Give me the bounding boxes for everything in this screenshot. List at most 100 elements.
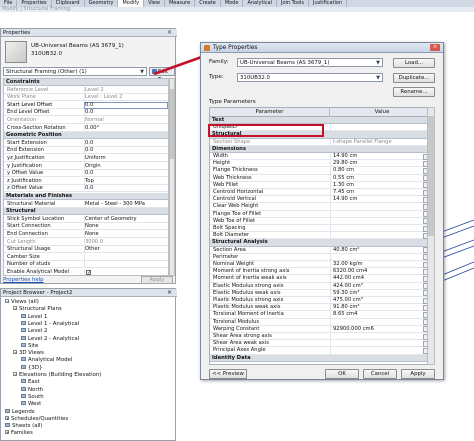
property-row[interactable]: y Offset Value 0.0 [4, 170, 168, 178]
parameter-row[interactable]: Moment of Inertia weak axis 442.00 cm4 [210, 275, 434, 283]
ok-button[interactable]: OK [325, 369, 359, 379]
ribbon-tab[interactable]: Modify [118, 0, 145, 7]
ribbon-tab[interactable]: Create [195, 0, 221, 7]
parameter-row[interactable]: Web Toe of Fillet [210, 217, 434, 225]
ribbon-tab[interactable]: Mode [221, 0, 244, 7]
property-row[interactable]: End Connection None [4, 231, 168, 238]
property-row[interactable]: yz Justification Uniform [4, 155, 168, 162]
property-value-cell[interactable] [84, 269, 168, 275]
property-row[interactable]: z Justification Top [4, 177, 168, 185]
browser-tree-item[interactable]: Analytical Model [21, 357, 72, 364]
tree-expander-icon[interactable]: − [13, 350, 17, 355]
ribbon-tab[interactable]: Geometry [85, 0, 119, 7]
property-row[interactable]: Orientation Normal [4, 117, 168, 124]
browser-tree-item[interactable]: East [21, 379, 40, 386]
parameter-row[interactable]: Elastic Modulus strong axis 424.00 cm³ [210, 282, 434, 290]
preview-button[interactable]: << Preview [209, 369, 247, 379]
ribbon-tab[interactable]: Join Tools [277, 0, 309, 7]
browser-tree-item[interactable]: − Structural Plans [13, 306, 62, 313]
property-group-header[interactable]: Structural [4, 208, 168, 216]
property-row[interactable]: Structural Usage Other [4, 246, 168, 254]
property-row[interactable]: y Justification Origin [4, 162, 168, 170]
property-value-cell[interactable] [84, 139, 168, 147]
parameter-row[interactable]: Flange Thickness 0.80 cm [210, 167, 434, 175]
tree-expander-icon[interactable]: − [13, 306, 17, 311]
project-browser-close-icon[interactable]: × [167, 289, 172, 297]
browser-tree-item[interactable]: Legends [5, 408, 35, 416]
tree-expander-icon[interactable]: + [5, 430, 9, 435]
property-value-cell[interactable] [84, 101, 168, 109]
parameter-row[interactable]: Flange Toe of Fillet [210, 210, 434, 218]
browser-tree-item[interactable]: Level 2 - Analytical [21, 335, 79, 343]
property-value-cell[interactable] [84, 261, 168, 269]
ribbon-tab[interactable]: View [144, 0, 165, 7]
browser-tree-item[interactable]: West [21, 401, 41, 408]
parameter-row[interactable]: Torsional Moment of Inertia 8.65 cm4 [210, 311, 434, 319]
property-value-cell[interactable] [84, 109, 168, 117]
property-value-cell[interactable] [84, 177, 168, 185]
parameter-row[interactable]: Plastic Modulus weak axis 91.80 cm³ [210, 304, 434, 312]
type-parameters-scrollbar[interactable] [427, 107, 435, 365]
property-value-cell[interactable] [84, 185, 168, 193]
property-row[interactable]: End Extension 0.0 [4, 147, 168, 155]
browser-tree-item[interactable]: Level 2 [21, 328, 47, 335]
dialog-apply-button[interactable]: Apply [401, 369, 435, 379]
instance-selector-dropdown[interactable]: Structural Framing (Other) (1) ▼ [3, 67, 147, 76]
parameter-row[interactable]: Web Thickness 0.55 cm [210, 174, 434, 182]
browser-tree-item[interactable]: − Views (all) [5, 299, 39, 306]
property-row[interactable]: End Level Offset 0.0 [4, 109, 168, 117]
browser-tree-item[interactable]: South [21, 393, 44, 401]
property-row[interactable]: Stick Symbol Location Center of Geometry [4, 215, 168, 223]
parameter-group-header[interactable]: Dimensions [210, 145, 434, 153]
parameter-row[interactable]: Moment of Inertia strong axis 6320.00 cm4 [210, 268, 434, 276]
property-row[interactable]: Start Extension 0.0 [4, 139, 168, 147]
duplicate-button[interactable]: Duplicate... [393, 73, 435, 83]
properties-close-icon[interactable]: × [167, 29, 172, 37]
checkbox-icon[interactable]: ✓ [86, 270, 91, 275]
browser-tree-item[interactable]: − Elevations (Building Elevation) [13, 372, 101, 379]
property-row[interactable]: Number of studs [4, 261, 168, 269]
property-row[interactable]: Reference Level Level 2 [4, 86, 168, 94]
parameter-row[interactable]: Clear Web Height [210, 203, 434, 211]
properties-apply-button[interactable]: Apply [141, 276, 173, 284]
parameter-group-header[interactable]: Identity Data [210, 354, 434, 362]
parameter-row[interactable]: Warping Constant 92900.000 cm6 [210, 325, 434, 333]
tree-expander-icon[interactable]: + [5, 415, 9, 420]
dialog-close-icon[interactable]: × [430, 44, 440, 51]
ribbon-tab[interactable]: Justification [309, 0, 348, 7]
browser-tree-item[interactable]: {3D} [21, 364, 42, 372]
parameter-row[interactable]: Width 14.90 cm [210, 153, 434, 161]
parameter-row[interactable]: Bolt Diameter [210, 232, 434, 240]
property-row[interactable]: Enable Analytical Model ✓ [4, 269, 168, 275]
property-row[interactable]: z Offset Value 0.0 [4, 185, 168, 193]
property-value-cell[interactable] [84, 147, 168, 155]
browser-tree-item[interactable]: Level 1 - Analytical [21, 320, 79, 328]
ribbon-tab[interactable]: Measure [165, 0, 196, 7]
parameter-row[interactable]: Section Area 40.80 cm² [210, 246, 434, 254]
parameter-row[interactable]: Height 29.80 cm [210, 160, 434, 168]
type-dropdown[interactable]: 310UB32.0 ▼ [237, 73, 383, 82]
property-row[interactable]: Structural Material Metal - Steel - 300 M… [4, 200, 168, 208]
parameter-row[interactable]: Torsional Modulus [210, 318, 434, 326]
property-row[interactable]: Start Connection None [4, 223, 168, 231]
browser-tree-item[interactable]: −3D Views [13, 350, 44, 357]
property-group-header[interactable]: Materials and Finishes [4, 193, 168, 200]
property-group-header[interactable]: Constraints [4, 79, 168, 86]
parameter-row[interactable]: Perimeter [210, 253, 434, 261]
type-parameters-scroll-thumb[interactable] [428, 116, 434, 236]
property-row[interactable]: Cross-Section Rotation 0.00° [4, 124, 168, 132]
properties-help-link[interactable]: Properties help [3, 277, 44, 283]
property-group-header[interactable]: Geometric Position [4, 132, 168, 140]
family-dropdown[interactable]: UB-Universal Beams (AS 3679_1) ▼ [237, 58, 383, 67]
parameter-row[interactable]: Centroid Vertical 14.90 cm [210, 196, 434, 204]
property-row[interactable]: Start Level Offset 0.0 [4, 101, 168, 109]
browser-tree-item[interactable]: Level 1 [21, 313, 47, 321]
browser-tree-item[interactable]: Sheets (all) [5, 423, 43, 430]
properties-scrollbar[interactable] [169, 78, 175, 276]
browser-tree-item[interactable]: + Schedules/Quantities [5, 415, 68, 423]
tree-expander-icon[interactable]: − [13, 372, 17, 377]
load-button[interactable]: Load... [393, 58, 435, 68]
property-row[interactable]: Camber Size [4, 253, 168, 261]
browser-tree-item[interactable]: Site [21, 342, 38, 350]
parameter-row[interactable]: Shear Area weak axis [210, 340, 434, 348]
